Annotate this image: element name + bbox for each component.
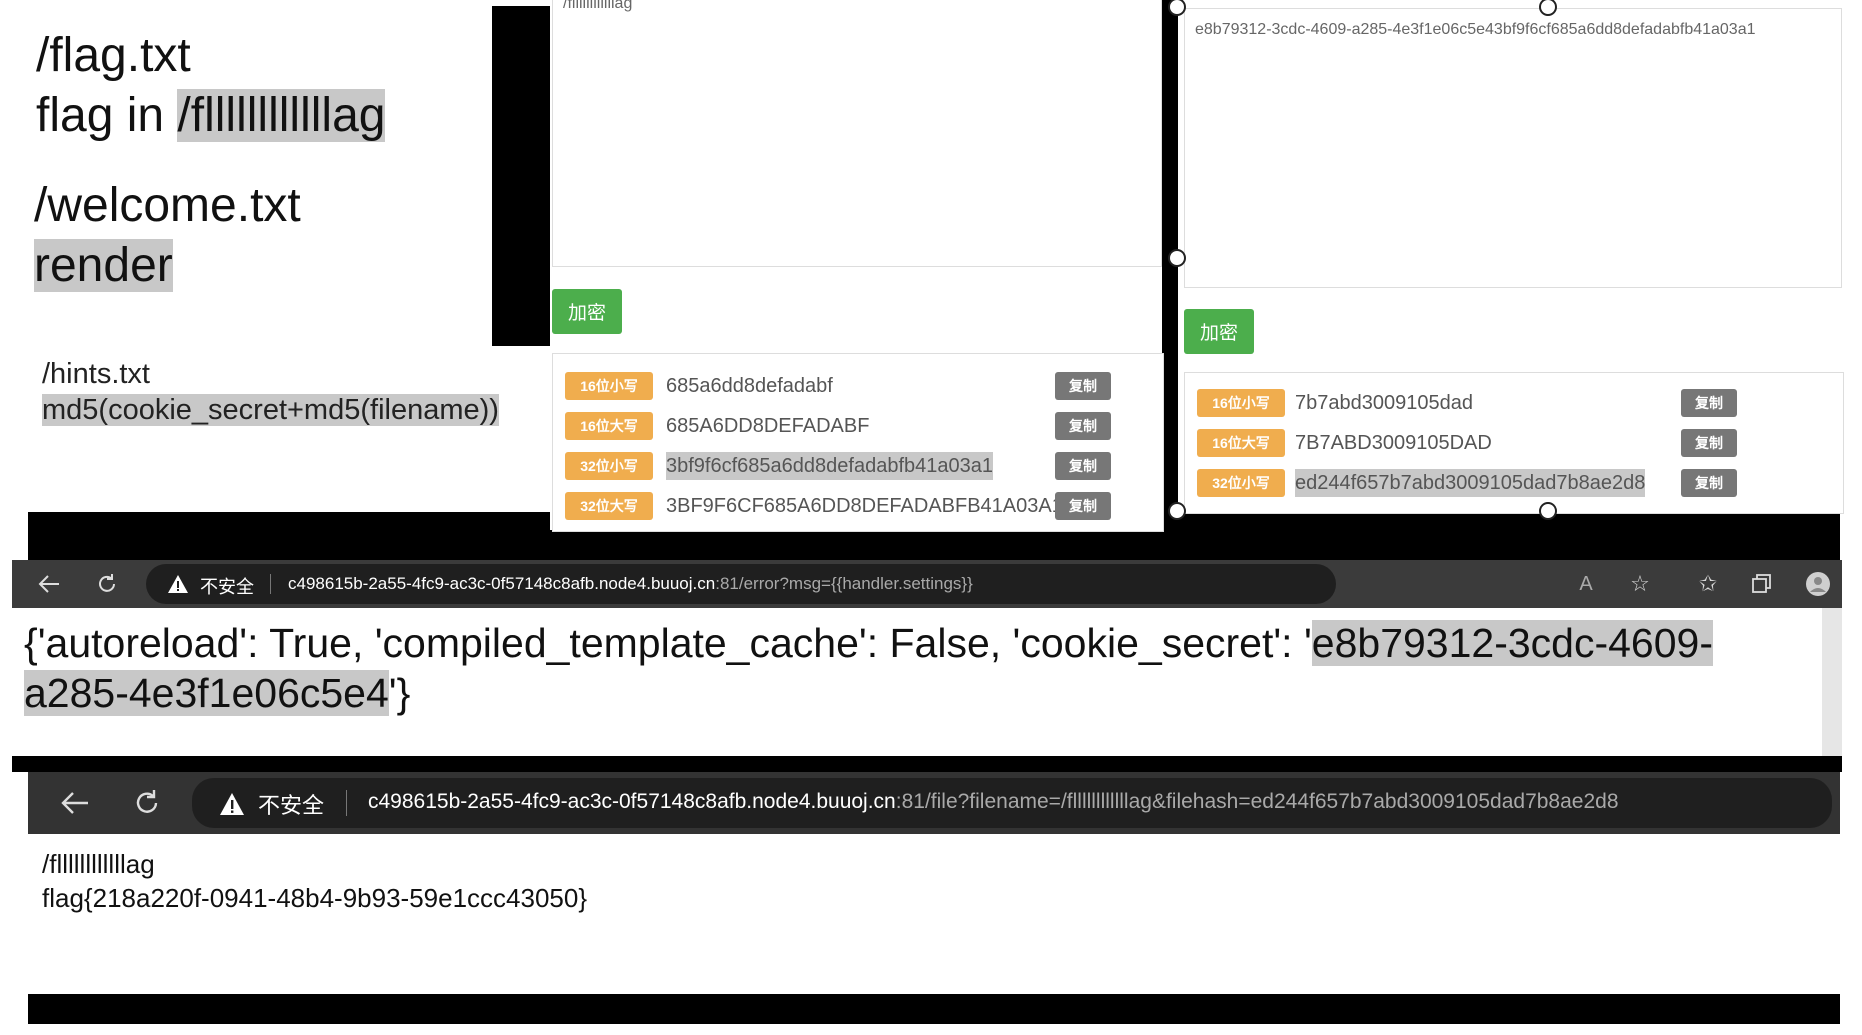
hints-formula-highlight: md5(cookie_secret+md5(filename)) xyxy=(42,394,499,426)
reload-icon[interactable] xyxy=(130,786,164,820)
resize-handle[interactable] xyxy=(1168,249,1186,267)
copy-button[interactable]: 复制 xyxy=(1681,469,1737,497)
browser-content-1-gray-edge xyxy=(1822,608,1842,756)
profile-avatar-icon[interactable] xyxy=(1804,570,1832,598)
url-path-1: :81/error?msg={{handler.settings}} xyxy=(715,574,973,593)
welcome-txt-panel: /welcome.txt render xyxy=(14,176,492,336)
result-value-highlighted: 3bf9f6cf685a6dd8defadabfb41a03a1 xyxy=(666,452,993,480)
url-text-2[interactable]: c498615b-2a55-4fc9-ac3c-0f57148c8afb.nod… xyxy=(368,790,1619,814)
copy-button[interactable]: 复制 xyxy=(1681,389,1737,417)
result-value: 685A6DD8DEFADABF xyxy=(666,415,870,437)
welcome-txt-title: /welcome.txt xyxy=(34,179,301,232)
settings-output-suffix: '} xyxy=(388,670,411,716)
md5-results-right: 16位小写 7b7abd3009105dad 复制 16位大写 7B7ABD30… xyxy=(1184,372,1844,514)
result-row: 32位小写 3bf9f6cf685a6dd8defadabfb41a03a1 复… xyxy=(553,452,1163,492)
reload-icon[interactable] xyxy=(92,568,122,600)
hints-txt-content: md5(cookie_secret+md5(filename)) xyxy=(42,392,499,428)
resize-handle[interactable] xyxy=(1539,502,1557,520)
result-row: 16位小写 685a6dd8defadabf 复制 xyxy=(553,372,1163,412)
flag-txt-panel: /flag.txt flag in /fllllllllllllag xyxy=(14,8,492,162)
result-label-badge: 16位大写 xyxy=(565,412,653,440)
security-label-2: 不安全 xyxy=(258,793,325,818)
url-text-1[interactable]: c498615b-2a55-4fc9-ac3c-0f57148c8afb.nod… xyxy=(288,574,973,594)
cookie-secret-highlight-part2: a285-4e3f1e06c5e4 xyxy=(24,670,389,716)
md5-input-left-value: /fllllllllllllag xyxy=(563,0,633,12)
collections-icon[interactable] xyxy=(1748,570,1776,598)
flag-txt-content-prefix: flag in xyxy=(36,89,178,142)
result-value: 3BF9F6CF685A6DD8DEFADABFB41A03A1 xyxy=(666,495,1063,517)
encrypt-button-left[interactable]: 加密 xyxy=(552,289,622,334)
url-host-2: c498615b-2a55-4fc9-ac3c-0f57148c8afb.nod… xyxy=(368,790,896,813)
result-label-badge: 16位小写 xyxy=(565,372,653,400)
read-aloud-icon[interactable]: A xyxy=(1572,570,1600,598)
md5-results-left: 16位小写 685a6dd8defadabf 复制 16位大写 685A6DD8… xyxy=(552,353,1164,532)
hints-txt-panel: /hints.txt md5(cookie_secret+md5(filenam… xyxy=(28,346,550,512)
result-row: 16位大写 685A6DD8DEFADABF 复制 xyxy=(553,412,1163,452)
result-label-badge: 32位小写 xyxy=(1197,469,1285,497)
result-row: 32位大写 3BF9F6CF685A6DD8DEFADABFB41A03A1 复… xyxy=(553,492,1163,531)
url-divider xyxy=(346,790,347,816)
browser-toolbar-1: 不安全 c498615b-2a55-4fc9-ac3c-0f57148c8afb… xyxy=(12,560,1842,608)
cookie-secret-highlight-part1: e8b79312-3cdc-4609- xyxy=(1311,620,1713,666)
browser-content-2: /fllllllllllllag flag{218a220f-0941-48b4… xyxy=(28,834,1840,994)
back-arrow-icon[interactable] xyxy=(34,568,64,600)
browser-content-1: {'autoreload': True, 'compiled_template_… xyxy=(12,608,1822,756)
url-path-2: :81/file?filename=/fllllllllllllag&fileh… xyxy=(895,790,1619,813)
copy-button[interactable]: 复制 xyxy=(1681,429,1737,457)
md5-tool-right: e8b79312-3cdc-4609-a285-4e3f1e06c5e43bf9… xyxy=(1178,0,1844,514)
flag-txt-content: flag in /fllllllllllllag xyxy=(36,86,386,146)
result-row: 16位大写 7B7ABD3009105DAD 复制 xyxy=(1185,429,1843,469)
result-value: 7B7ABD3009105DAD xyxy=(1295,432,1492,454)
hints-txt-title: /hints.txt xyxy=(42,358,150,390)
md5-tool-left: /fllllllllllllag 加密 16位小写 685a6dd8defada… xyxy=(550,0,1164,532)
welcome-render-highlight: render xyxy=(34,239,173,292)
flag-txt-title: /flag.txt xyxy=(36,29,191,82)
result-value: 7b7abd3009105dad xyxy=(1295,392,1473,414)
resize-handle[interactable] xyxy=(1168,502,1186,520)
warning-icon xyxy=(166,572,190,596)
copy-button[interactable]: 复制 xyxy=(1055,492,1111,520)
encrypt-button-right[interactable]: 加密 xyxy=(1184,309,1254,354)
flag-output-line: flag{218a220f-0941-48b4-9b93-59e1ccc4305… xyxy=(42,883,588,913)
back-arrow-icon[interactable] xyxy=(58,786,92,820)
security-label-1: 不安全 xyxy=(200,577,254,597)
result-label-badge: 16位大写 xyxy=(1197,429,1285,457)
flag-filename-highlight: /fllllllllllllag xyxy=(177,89,386,142)
settings-output-prefix: {'autoreload': True, 'compiled_template_… xyxy=(24,620,1312,666)
favorites-icon[interactable]: ✩ xyxy=(1694,570,1722,598)
md5-input-right[interactable]: e8b79312-3cdc-4609-a285-4e3f1e06c5e43bf9… xyxy=(1184,8,1842,288)
browser-toolbar-2: 不安全 c498615b-2a55-4fc9-ac3c-0f57148c8afb… xyxy=(28,772,1840,834)
copy-button[interactable]: 复制 xyxy=(1055,412,1111,440)
black-backdrop-top-left xyxy=(492,6,552,346)
file-output-line1: /fllllllllllllag xyxy=(42,849,155,879)
result-row: 32位小写 ed244f657b7abd3009105dad7b8ae2d8 复… xyxy=(1185,469,1843,509)
result-row: 16位小写 7b7abd3009105dad 复制 xyxy=(1185,389,1843,429)
copy-button[interactable]: 复制 xyxy=(1055,452,1111,480)
black-band-bottom xyxy=(28,994,1840,1024)
result-value: 685a6dd8defadabf xyxy=(666,375,833,397)
warning-icon xyxy=(218,790,246,818)
copy-button[interactable]: 复制 xyxy=(1055,372,1111,400)
result-value-highlighted: ed244f657b7abd3009105dad7b8ae2d8 xyxy=(1295,469,1646,497)
url-divider xyxy=(270,574,271,594)
md5-input-left[interactable]: /fllllllllllllag xyxy=(552,0,1162,267)
settings-output-line1: {'autoreload': True, 'compiled_template_… xyxy=(24,618,1713,668)
result-label-badge: 32位小写 xyxy=(565,452,653,480)
welcome-txt-content: render xyxy=(34,236,173,296)
url-host-1: c498615b-2a55-4fc9-ac3c-0f57148c8afb.nod… xyxy=(288,574,716,593)
result-label-badge: 16位小写 xyxy=(1197,389,1285,417)
result-label-badge: 32位大写 xyxy=(565,492,653,520)
settings-output-line2: a285-4e3f1e06c5e4'} xyxy=(24,668,410,718)
md5-input-right-value: e8b79312-3cdc-4609-a285-4e3f1e06c5e43bf9… xyxy=(1195,21,1756,38)
add-favorite-icon[interactable]: ☆ xyxy=(1626,570,1654,598)
